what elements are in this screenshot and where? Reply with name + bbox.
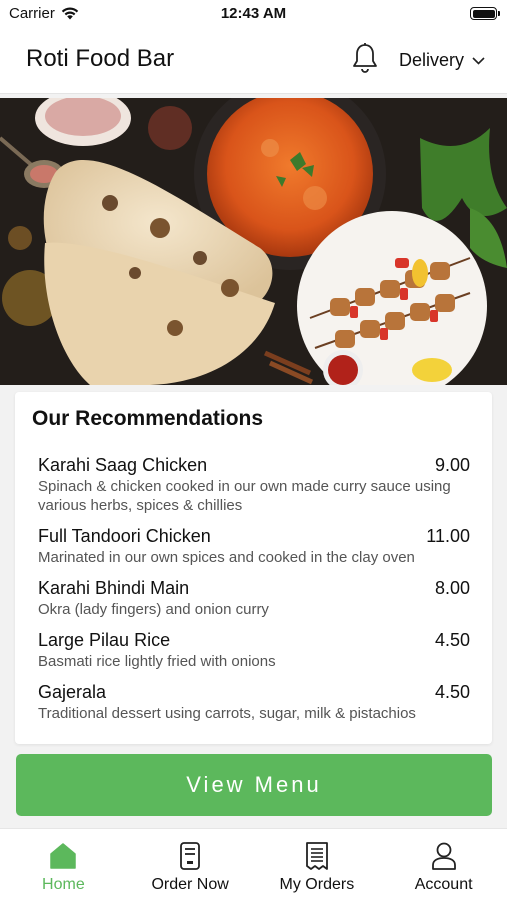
item-price: 4.50 xyxy=(434,630,470,650)
item-price: 9.00 xyxy=(434,455,470,475)
recommendations-list: Karahi Saag Chicken 9.00 Spinach & chick… xyxy=(38,455,470,734)
item-name: Full Tandoori Chicken xyxy=(38,526,211,546)
list-item[interactable]: Gajerala 4.50 Traditional dessert using … xyxy=(38,682,470,723)
item-name: Gajerala xyxy=(38,682,107,702)
item-price: 8.00 xyxy=(434,578,470,598)
chevron-down-icon xyxy=(472,56,485,65)
list-item[interactable]: Karahi Saag Chicken 9.00 Spinach & chick… xyxy=(38,455,470,515)
list-item[interactable]: Karahi Bhindi Main 8.00 Okra (lady finge… xyxy=(38,578,470,619)
list-item[interactable]: Full Tandoori Chicken 11.00 Marinated in… xyxy=(38,526,470,567)
item-description: Traditional dessert using carrots, sugar… xyxy=(38,705,416,722)
recommendations-card: Our Recommendations Karahi Saag Chicken … xyxy=(15,392,492,744)
item-name: Large Pilau Rice xyxy=(38,630,171,650)
home-icon xyxy=(50,843,77,869)
item-price: 4.50 xyxy=(434,682,470,702)
view-menu-button[interactable]: View Menu xyxy=(16,754,492,816)
bell-icon[interactable] xyxy=(350,42,380,76)
bottom-tab-bar: Home Order Now My Orders Account xyxy=(0,828,507,900)
battery-icon xyxy=(470,7,500,20)
item-description: Okra (lady fingers) and onion curry xyxy=(38,601,269,618)
app-header: Roti Food Bar Delivery xyxy=(0,28,507,94)
tab-home[interactable]: Home xyxy=(0,829,127,900)
receipt-icon xyxy=(305,842,328,870)
item-name: Karahi Bhindi Main xyxy=(38,578,190,598)
item-description: Basmati rice lightly fried with onions xyxy=(38,653,276,670)
tab-my-orders[interactable]: My Orders xyxy=(254,829,381,900)
tab-order-now[interactable]: Order Now xyxy=(127,829,254,900)
tab-label: My Orders xyxy=(279,876,355,893)
tab-label: Order Now xyxy=(151,876,229,893)
page-title: Roti Food Bar xyxy=(26,45,175,72)
item-name: Karahi Saag Chicken xyxy=(38,455,208,475)
tab-label: Account xyxy=(414,876,473,893)
tab-label: Home xyxy=(42,876,85,893)
person-icon xyxy=(431,842,456,870)
delivery-selector[interactable]: Delivery xyxy=(399,50,485,71)
list-item[interactable]: Large Pilau Rice 4.50 Basmati rice light… xyxy=(38,630,470,671)
status-time: 12:43 AM xyxy=(220,5,287,22)
item-description: Marinated in our own spices and cooked i… xyxy=(38,549,415,566)
item-description: Spinach & chicken cooked in our own made… xyxy=(38,478,451,514)
status-bar: Carrier 12:43 AM xyxy=(0,0,507,28)
recommendations-title: Our Recommendations xyxy=(32,407,264,430)
order-now-icon xyxy=(180,842,201,870)
delivery-label: Delivery xyxy=(399,50,465,70)
hero-food-image xyxy=(0,98,507,385)
item-price: 11.00 xyxy=(426,526,470,546)
tab-account[interactable]: Account xyxy=(380,829,507,900)
